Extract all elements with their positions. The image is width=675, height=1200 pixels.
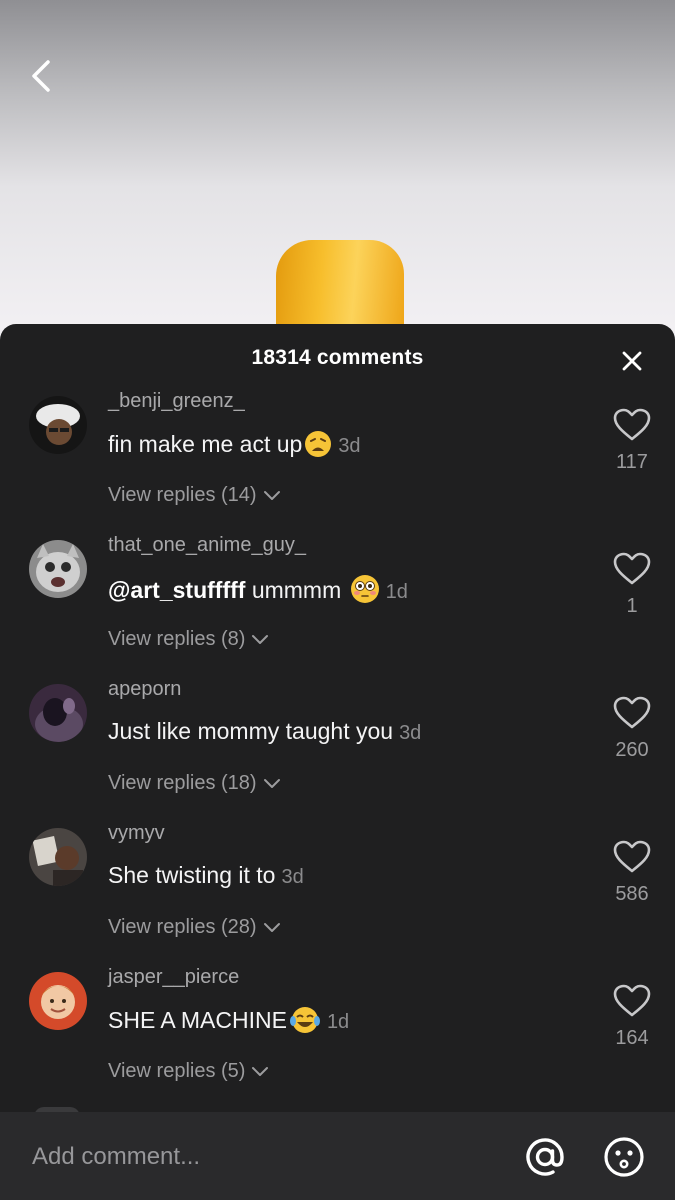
heart-outline-icon [613,984,651,1017]
comment-mention[interactable]: @art_stufffff [108,577,245,603]
comment-time: 3d [338,435,361,457]
close-button[interactable] [617,346,647,376]
comment-count: 18314 comments [251,346,424,369]
like-count: 164 [615,1027,649,1049]
smiley-face-icon [604,1137,644,1177]
back-button[interactable] [22,54,66,98]
comment-username[interactable]: jasper__pierce [108,966,239,989]
heart-outline-icon [613,408,651,441]
like-count: 117 [616,451,648,473]
comment-text: She twisting it to 3d [108,862,304,889]
tears-of-joy-face-icon [289,1006,321,1040]
like-button[interactable]: 117 [612,408,652,474]
chevron-down-icon [252,634,269,644]
avatar[interactable] [29,396,87,454]
like-count: 260 [615,739,649,761]
view-replies-label: View replies (14) [108,484,257,506]
comment-text: @art_stufffff ummmm 1d [108,574,408,610]
comment-item[interactable]: jasper__pierce SHE A MACHINE 1d View repl… [0,966,675,1112]
comment-username[interactable]: that_one_anime_guy_ [108,534,306,557]
heart-outline-icon [613,552,651,585]
comment-time: 3d [399,722,422,744]
view-replies-button[interactable]: View replies (14) [108,484,281,507]
chevron-down-icon [263,922,280,932]
emoji-picker-button[interactable] [601,1134,647,1180]
comment-username[interactable]: apeporn [108,678,181,701]
comments-sheet: 18314 comments _benji_greenz_ fin make m… [0,324,675,1200]
comment-item[interactable]: apeporn Just like mommy taught you 3d Vie… [0,678,675,824]
comment-body: SHE A MACHINE [108,1007,287,1033]
view-replies-button[interactable]: View replies (5) [108,1060,269,1083]
comment-item[interactable]: _benji_greenz_ fin make me act up 3d View… [0,390,675,536]
avatar[interactable] [29,684,87,742]
chevron-down-icon [263,490,280,500]
comment-body: ummmm [251,577,342,603]
comment-body: fin make me act up [108,431,303,457]
chevron-down-icon [252,1066,269,1076]
chevron-down-icon [263,778,280,788]
view-replies-button[interactable]: View replies (8) [108,628,269,651]
view-replies-button[interactable]: View replies (18) [108,772,281,795]
heart-outline-icon [613,696,651,729]
comment-item[interactable]: vymyv She twisting it to 3d View replies … [0,822,675,968]
heart-outline-icon [613,840,651,873]
like-count: 1 [626,595,638,617]
like-button[interactable]: 586 [612,840,652,906]
like-count: 586 [615,883,649,905]
at-sign-icon [526,1138,564,1176]
like-button[interactable]: 1 [612,552,652,618]
flushed-face-icon [350,574,380,610]
close-icon [622,351,642,371]
weary-face-icon [304,430,332,464]
comments-header: 18314 comments [0,324,675,396]
view-replies-label: View replies (8) [108,628,246,650]
view-replies-button[interactable]: View replies (28) [108,916,281,939]
comment-body: Just like mommy taught you [108,718,394,744]
mention-button[interactable] [522,1134,568,1180]
comment-text: Just like mommy taught you 3d [108,718,421,745]
comment-item[interactable]: that_one_anime_guy_ @art_stufffff ummmm … [0,534,675,680]
avatar[interactable] [29,540,87,598]
view-replies-label: View replies (5) [108,1060,246,1082]
comment-time: 3d [281,866,304,888]
comment-username[interactable]: vymyv [108,822,165,845]
comment-composer [0,1112,675,1200]
comment-text: SHE A MACHINE 1d [108,1006,349,1040]
comment-time: 1d [385,581,408,603]
view-replies-label: View replies (18) [108,772,257,794]
comment-body: She twisting it to [108,862,276,888]
chevron-left-icon [32,60,50,92]
add-comment-input[interactable] [30,1138,494,1176]
view-replies-label: View replies (28) [108,916,257,938]
like-button[interactable]: 164 [612,984,652,1050]
comment-text: fin make me act up 3d [108,430,361,464]
like-button[interactable]: 260 [612,696,652,762]
avatar[interactable] [29,828,87,886]
comment-username[interactable]: _benji_greenz_ [108,390,245,413]
avatar[interactable] [29,972,87,1030]
comment-time: 1d [326,1011,350,1033]
